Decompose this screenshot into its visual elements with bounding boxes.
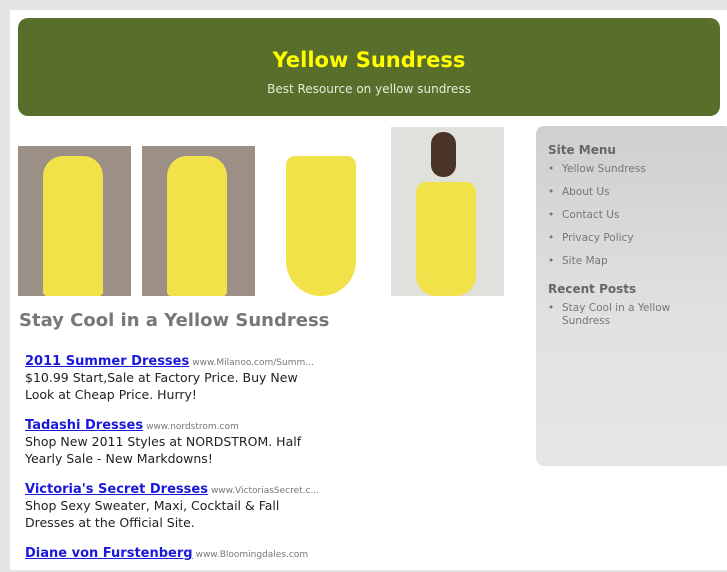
ad-text: $10.99 Start,Sale at Factory Price. Buy … — [25, 370, 298, 402]
site-tagline: Best Resource on yellow sundress — [267, 82, 471, 96]
dress-photo-1 — [18, 146, 131, 296]
ad-url[interactable]: www.nordstrom.com — [146, 422, 239, 432]
site-menu: Yellow Sundress About Us Contact Us Priv… — [548, 163, 727, 268]
dress-photo-4 — [391, 127, 504, 296]
ad-link[interactable]: 2011 Summer Dresses — [25, 354, 189, 369]
site-menu-heading: Site Menu — [548, 143, 616, 157]
ad-list: 2011 Summer Dresses www.Milanoo.com/Summ.… — [25, 350, 325, 572]
ad-item: Tadashi Dresses www.nordstrom.com Shop New… — [25, 414, 325, 467]
ad-text: Shop New 2011 Styles at NORDSTROM. Half … — [25, 434, 302, 466]
site-header: Yellow Sundress Best Resource on yellow … — [18, 18, 720, 116]
menu-item-about-us[interactable]: About Us — [548, 186, 727, 199]
post-title[interactable]: Stay Cool in a Yellow Sundress — [19, 310, 329, 331]
ad-url[interactable]: www.Milanoo.com/Summ... — [192, 358, 314, 368]
ad-link[interactable]: Victoria's Secret Dresses — [25, 482, 208, 497]
ad-link[interactable]: Tadashi Dresses — [25, 418, 143, 433]
menu-item-site-map[interactable]: Site Map — [548, 255, 727, 268]
menu-item-privacy-policy[interactable]: Privacy Policy — [548, 232, 727, 245]
ad-url[interactable]: www.VictoriasSecret.c... — [211, 486, 319, 496]
site-title[interactable]: Yellow Sundress — [18, 48, 720, 72]
ad-link[interactable]: Diane von Furstenberg — [25, 546, 193, 561]
menu-item-yellow-sundress[interactable]: Yellow Sundress — [548, 163, 727, 176]
page: Yellow Sundress Best Resource on yellow … — [10, 10, 727, 570]
recent-posts-heading: Recent Posts — [548, 282, 637, 296]
sidebar: Site Menu Yellow Sundress About Us Conta… — [536, 126, 727, 466]
menu-item-contact-us[interactable]: Contact Us — [548, 209, 727, 222]
recent-post-item[interactable]: Stay Cool in a Yellow Sundress — [548, 302, 678, 328]
ad-item: Victoria's Secret Dresses www.VictoriasSe… — [25, 478, 325, 531]
ad-item: 2011 Summer Dresses www.Milanoo.com/Summ.… — [25, 350, 325, 403]
dress-photo-2 — [142, 146, 255, 296]
ad-url[interactable]: www.Bloomingdales.com — [196, 550, 309, 560]
ad-text: Shop Sexy Sweater, Maxi, Cocktail & Fall… — [25, 498, 280, 530]
recent-posts: Stay Cool in a Yellow Sundress — [548, 302, 727, 328]
dress-photo-3 — [266, 146, 379, 296]
